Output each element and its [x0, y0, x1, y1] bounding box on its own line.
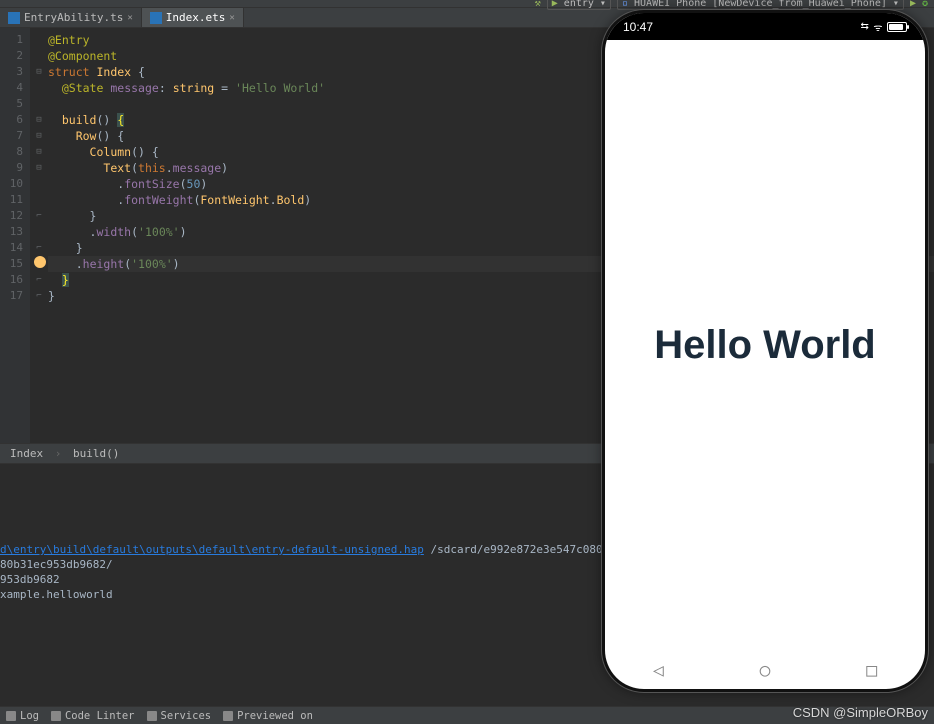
hello-text: Hello World — [654, 323, 875, 368]
close-icon[interactable]: ✕ — [229, 13, 234, 23]
phone-navbar: ◁ ○ □ — [605, 650, 925, 690]
signal-icon: ᯤ — [873, 20, 882, 34]
phone-preview: 10:47 ⇆ ᯤ Hello World ◁ ○ □ — [602, 10, 928, 692]
phone-statusbar: 10:47 ⇆ ᯤ — [605, 13, 925, 40]
device-select[interactable]: ▫ HUAWEI Phone [NewDevice_from_Huawei_Ph… — [617, 0, 904, 10]
tab-label: EntryAbility.ts — [24, 11, 123, 24]
play-icon[interactable]: ▶ — [910, 0, 916, 9]
ets-file-icon — [150, 12, 162, 24]
watermark: CSDN @SimpleORBoy — [793, 705, 928, 720]
tab-index[interactable]: Index.ets ✕ — [142, 8, 244, 27]
toolbar: ⚒ ▶ entry ▾ ▫ HUAWEI Phone [NewDevice_fr… — [0, 0, 934, 8]
run-config[interactable]: ▶ entry ▾ — [547, 0, 611, 10]
fold-gutter[interactable]: ⊟⊟⊟⊟⊟⌐⌐⌐⌐ — [30, 28, 48, 443]
nav-home-icon[interactable]: ○ — [760, 660, 771, 681]
hammer-icon[interactable]: ⚒ — [535, 0, 541, 9]
tool-services[interactable]: Services — [147, 710, 212, 722]
breadcrumb-item[interactable]: build() — [73, 447, 119, 460]
line-gutter: 1234567891011121314151617 — [0, 28, 30, 443]
console-link[interactable]: d\entry\build\default\outputs\default\en… — [0, 543, 424, 556]
preview-icon — [223, 711, 233, 721]
breadcrumb-item[interactable]: Index — [10, 447, 43, 460]
ring-icon: ⇆ — [860, 21, 868, 32]
debug-icon[interactable]: ✪ — [922, 0, 928, 9]
tab-entryability[interactable]: EntryAbility.ts ✕ — [0, 8, 142, 27]
tool-log[interactable]: Log — [6, 710, 39, 722]
linter-icon — [51, 711, 61, 721]
battery-icon — [887, 22, 907, 32]
ts-file-icon — [8, 12, 20, 24]
log-icon — [6, 711, 16, 721]
services-icon — [147, 711, 157, 721]
intention-bulb-icon[interactable] — [34, 256, 46, 268]
tool-linter[interactable]: Code Linter — [51, 710, 135, 722]
close-icon[interactable]: ✕ — [127, 13, 132, 23]
phone-time: 10:47 — [623, 20, 653, 34]
nav-recent-icon[interactable]: □ — [866, 660, 877, 681]
nav-back-icon[interactable]: ◁ — [653, 660, 664, 681]
tab-label: Index.ets — [166, 11, 226, 24]
tool-preview[interactable]: Previewed on — [223, 710, 313, 722]
